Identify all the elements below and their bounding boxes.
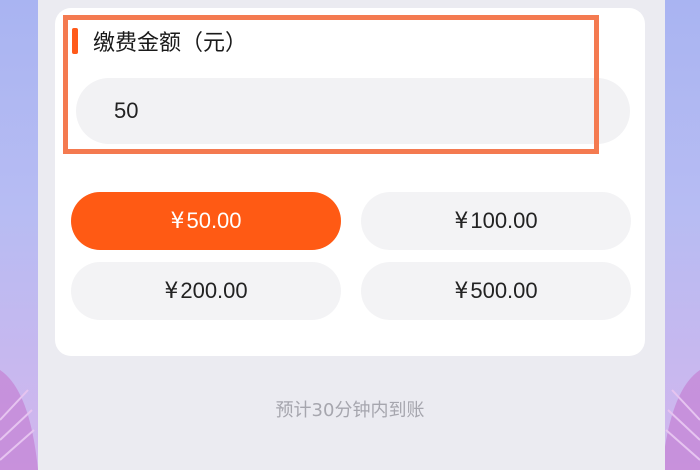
amount-option-label: 200.00: [180, 278, 248, 303]
payment-amount-title: 缴费金额（元）: [93, 31, 248, 56]
amount-option-200[interactable]: ¥200.00: [71, 262, 341, 320]
amount-option-label: 100.00: [470, 208, 538, 233]
amount-option-500[interactable]: ¥500.00: [361, 262, 631, 320]
amount-option-label: 50.00: [186, 208, 242, 233]
amount-input[interactable]: [76, 78, 630, 144]
section-accent-bar: [72, 28, 78, 54]
amount-option-label: 500.00: [470, 278, 538, 303]
yuan-symbol: ¥: [454, 208, 469, 234]
amount-option-100[interactable]: ¥100.00: [361, 192, 631, 250]
arrival-time-note: 预计30分钟内到账: [275, 400, 425, 421]
amount-option-50[interactable]: ¥50.00: [71, 192, 341, 250]
yuan-symbol: ¥: [170, 208, 185, 234]
yuan-symbol: ¥: [164, 278, 179, 304]
yuan-symbol: ¥: [454, 278, 469, 304]
